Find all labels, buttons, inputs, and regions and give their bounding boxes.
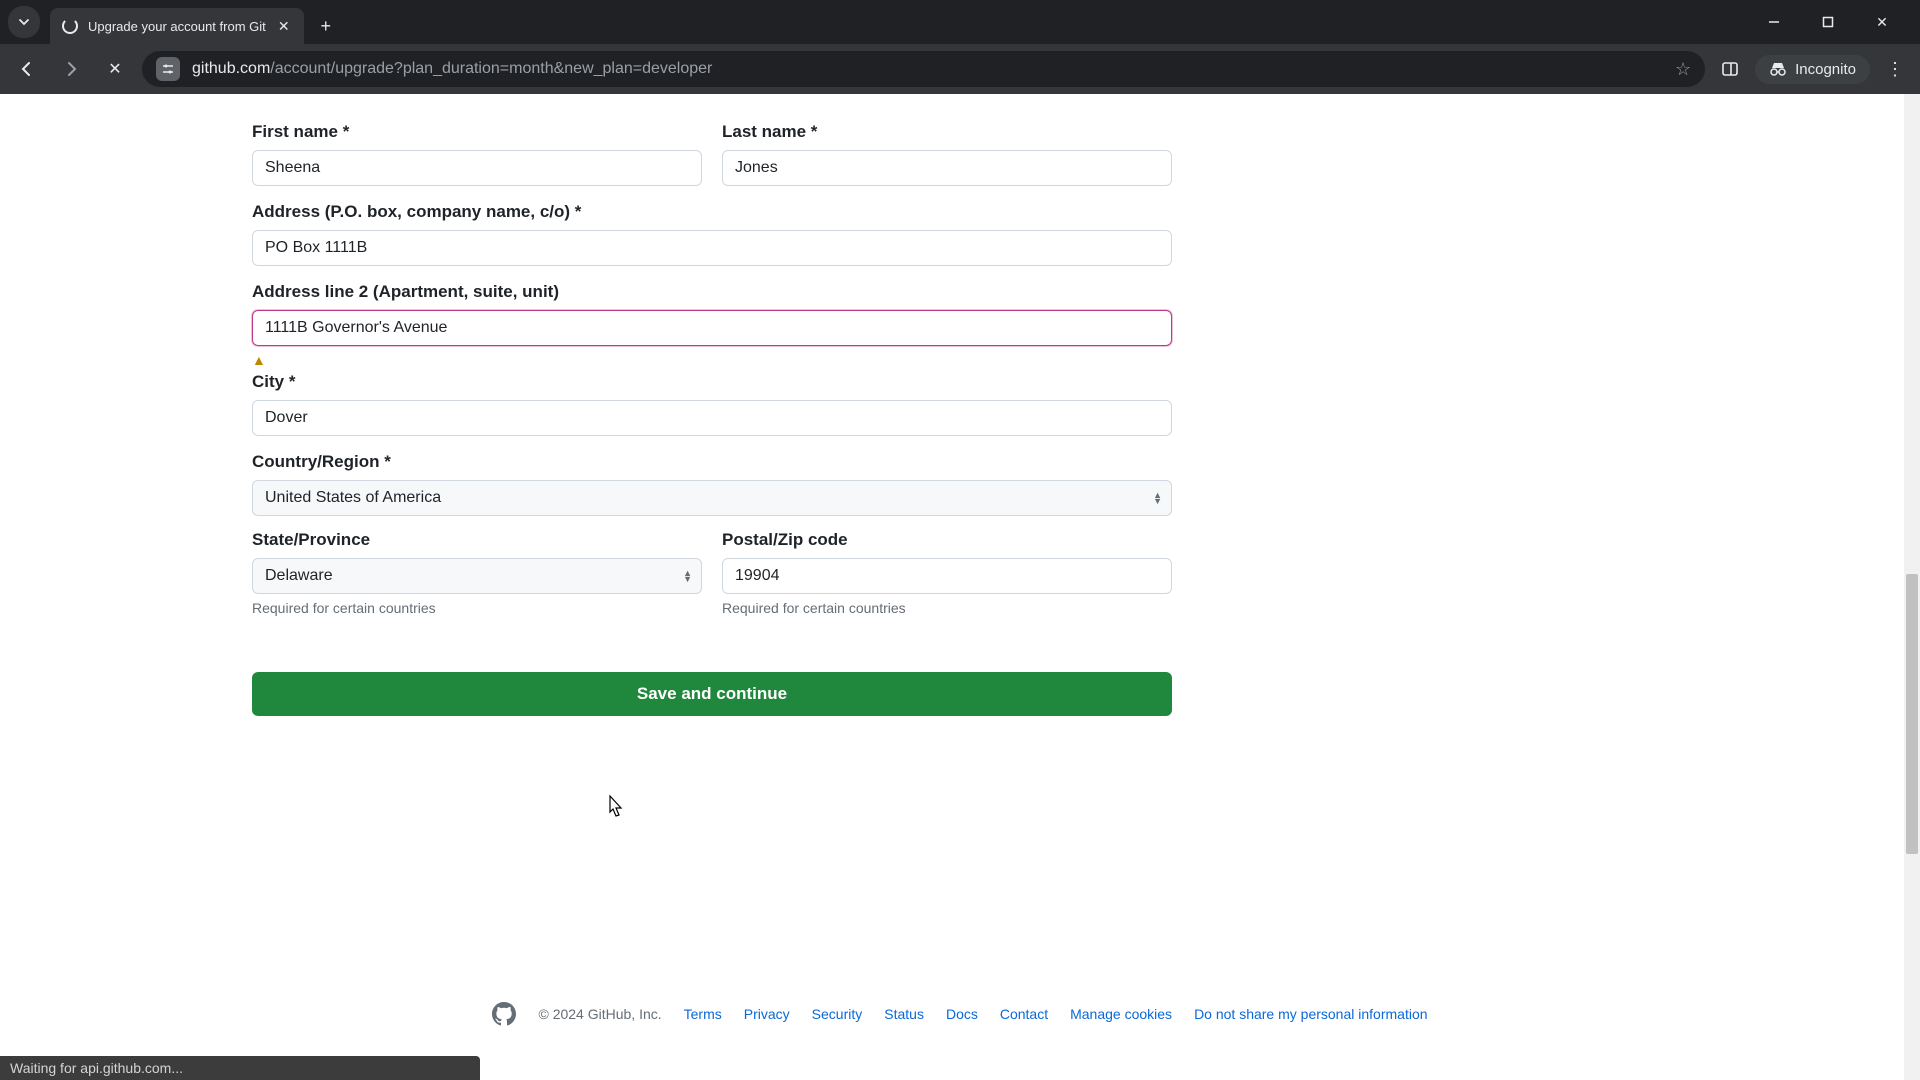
side-panel-icon[interactable]	[1715, 54, 1745, 84]
loading-spinner-icon	[62, 18, 78, 34]
url-text: github.com/account/upgrade?plan_duration…	[192, 60, 712, 78]
incognito-icon	[1769, 62, 1787, 76]
new-tab-button[interactable]: +	[312, 12, 340, 40]
footer-link-dns[interactable]: Do not share my personal information	[1194, 1006, 1427, 1022]
close-tab-icon[interactable]: ✕	[276, 18, 292, 34]
back-button[interactable]	[10, 52, 44, 86]
address-bar[interactable]: github.com/account/upgrade?plan_duration…	[142, 51, 1705, 87]
save-continue-button[interactable]: Save and continue	[252, 672, 1172, 716]
city-label: City *	[252, 372, 1172, 392]
minimize-window-button[interactable]	[1752, 6, 1796, 38]
copyright-text: © 2024 GitHub, Inc.	[538, 1006, 661, 1022]
address2-field[interactable]	[252, 310, 1172, 346]
tab-search-dropdown[interactable]	[8, 6, 40, 38]
footer-link-status[interactable]: Status	[884, 1006, 924, 1022]
scrollbar-thumb[interactable]	[1906, 574, 1918, 854]
incognito-chip[interactable]: Incognito	[1755, 55, 1870, 84]
first-name-field[interactable]	[252, 150, 702, 186]
maximize-window-button[interactable]	[1806, 6, 1850, 38]
browser-status-bar: Waiting for api.github.com...	[0, 1056, 480, 1080]
postal-field[interactable]	[722, 558, 1172, 594]
footer-link-terms[interactable]: Terms	[684, 1006, 722, 1022]
address2-label: Address line 2 (Apartment, suite, unit)	[252, 282, 1172, 302]
footer-link-privacy[interactable]: Privacy	[744, 1006, 790, 1022]
country-label: Country/Region *	[252, 452, 1172, 472]
site-settings-icon[interactable]	[156, 57, 180, 81]
footer-link-docs[interactable]: Docs	[946, 1006, 978, 1022]
tab-title: Upgrade your account from Git	[88, 19, 266, 34]
forward-button[interactable]	[54, 52, 88, 86]
footer-link-security[interactable]: Security	[812, 1006, 863, 1022]
last-name-field[interactable]	[722, 150, 1172, 186]
mouse-cursor-icon	[604, 794, 624, 820]
bookmark-star-icon[interactable]: ☆	[1675, 59, 1691, 80]
country-select[interactable]	[252, 480, 1172, 516]
postal-hint: Required for certain countries	[722, 600, 1172, 616]
state-select[interactable]	[252, 558, 702, 594]
last-name-label: Last name *	[722, 122, 1172, 142]
browser-tab[interactable]: Upgrade your account from Git ✕	[50, 8, 304, 44]
address1-field[interactable]	[252, 230, 1172, 266]
github-logo-icon	[492, 1002, 516, 1026]
first-name-label: First name *	[252, 122, 702, 142]
browser-menu-button[interactable]: ⋮	[1880, 54, 1910, 84]
postal-label: Postal/Zip code	[722, 530, 1172, 550]
page-footer: © 2024 GitHub, Inc. Terms Privacy Securi…	[0, 1002, 1920, 1026]
footer-link-cookies[interactable]: Manage cookies	[1070, 1006, 1172, 1022]
scrollbar-track[interactable]	[1904, 94, 1920, 1080]
city-field[interactable]	[252, 400, 1172, 436]
stop-reload-button[interactable]: ✕	[98, 52, 132, 86]
incognito-label: Incognito	[1795, 61, 1856, 78]
footer-link-contact[interactable]: Contact	[1000, 1006, 1048, 1022]
close-window-button[interactable]: ✕	[1860, 6, 1904, 38]
address1-label: Address (P.O. box, company name, c/o) *	[252, 202, 1172, 222]
state-hint: Required for certain countries	[252, 600, 702, 616]
warning-icon: ▲	[252, 352, 1172, 368]
state-label: State/Province	[252, 530, 702, 550]
